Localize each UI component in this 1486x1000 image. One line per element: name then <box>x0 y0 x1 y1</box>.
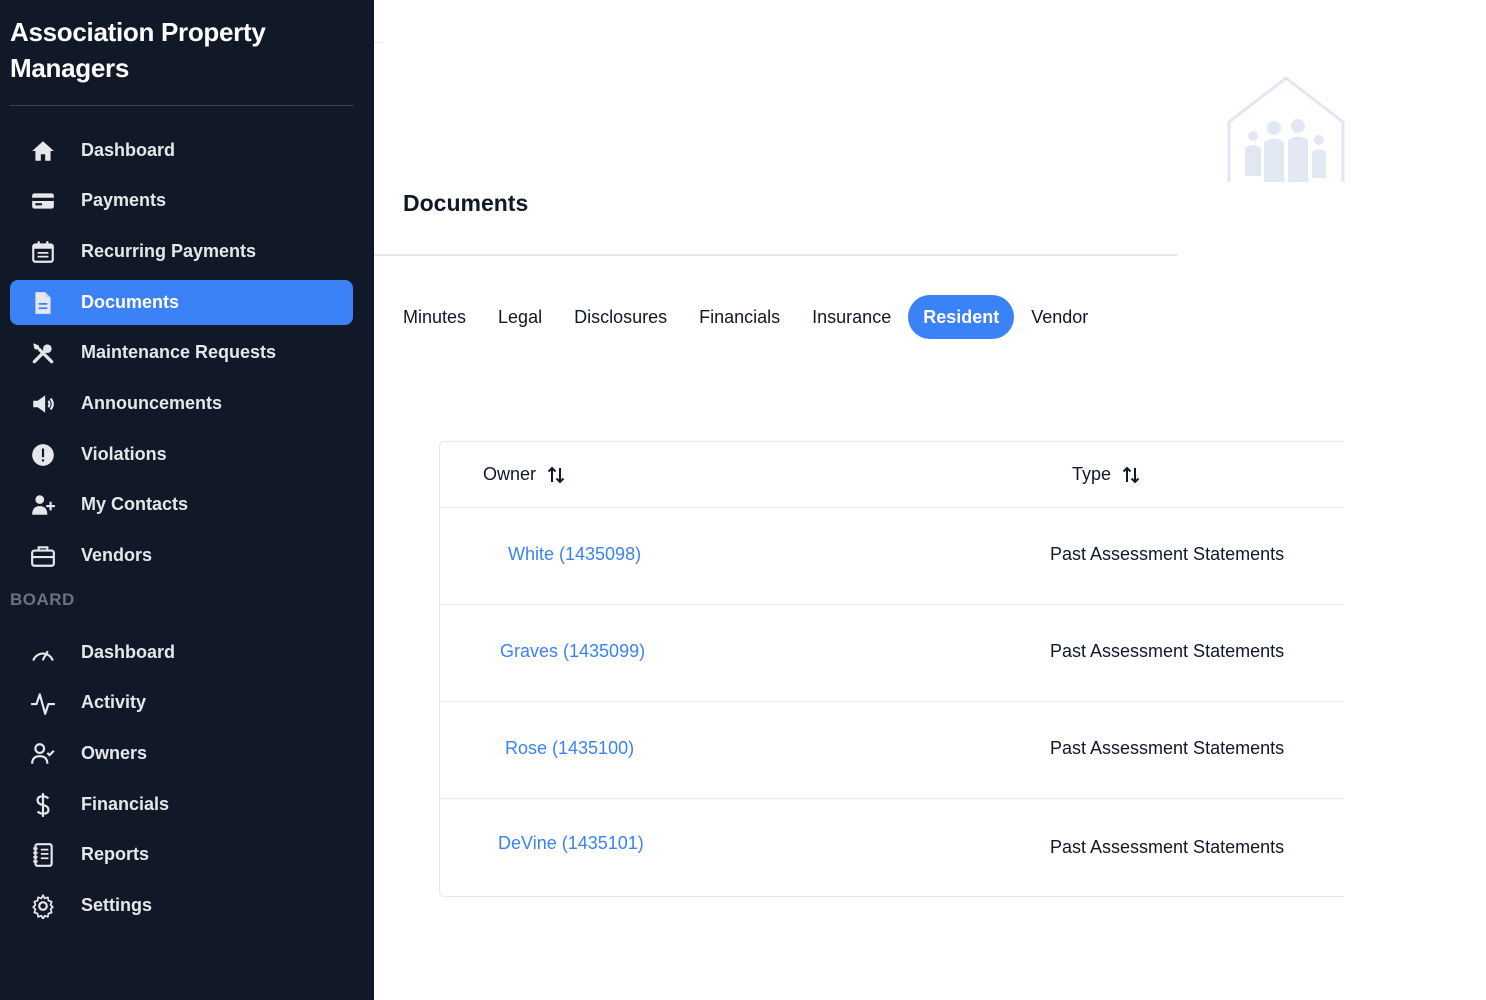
title-divider <box>374 254 1177 256</box>
sidebar: Association Property Managers Dashboard … <box>0 0 374 1000</box>
owner-link[interactable]: Graves (1435099) <box>500 641 645 662</box>
gauge-icon <box>29 639 57 667</box>
owner-column-header[interactable]: Owner <box>483 464 566 485</box>
home-icon <box>29 137 57 165</box>
type-cell: Past Assessment Statements <box>1050 641 1285 661</box>
tab-minutes[interactable]: Minutes <box>388 295 481 339</box>
type-cell: Past Assessment Statements <box>1050 837 1285 857</box>
sidebar-item-label: Payments <box>81 190 167 210</box>
page-title: Documents <box>403 190 529 216</box>
table-header: Owner Type <box>440 442 1344 508</box>
sidebar-item-maintenance-requests[interactable]: Maintenance Requests <box>10 330 353 375</box>
tab-insurance[interactable]: Insurance <box>797 295 906 339</box>
house-family-icon <box>1227 76 1345 182</box>
owner-link[interactable]: White (1435098) <box>508 544 641 565</box>
alert-icon <box>29 441 57 469</box>
sidebar-item-label: Reports <box>81 844 150 864</box>
document-icon <box>29 289 57 317</box>
sidebar-item-label: Dashboard <box>81 140 176 160</box>
sidebar-item-label: Dashboard <box>81 642 176 662</box>
notebook-icon <box>29 841 57 869</box>
sidebar-item-dashboard[interactable]: Dashboard <box>10 128 353 173</box>
sidebar-item-reports[interactable]: Reports <box>10 832 353 877</box>
sidebar-item-payments[interactable]: Payments <box>10 178 353 223</box>
sidebar-item-activity[interactable]: Activity <box>10 680 353 725</box>
tab-legal[interactable]: Legal <box>483 295 557 339</box>
sort-icon <box>547 466 565 483</box>
credit-card-icon <box>29 187 57 215</box>
brand-title: Association Property Managers <box>10 17 266 83</box>
sidebar-item-label: Recurring Payments <box>81 241 257 261</box>
owner-link[interactable]: Rose (1435100) <box>505 738 634 759</box>
sidebar-item-label: Vendors <box>81 545 153 565</box>
sidebar-item-my-contacts[interactable]: My Contacts <box>10 482 353 527</box>
sidebar-item-board-dashboard[interactable]: Dashboard <box>10 630 353 675</box>
sidebar-item-violations[interactable]: Violations <box>10 432 353 477</box>
activity-icon <box>29 689 57 717</box>
megaphone-icon <box>29 390 57 418</box>
sidebar-item-financials[interactable]: Financials <box>10 782 353 827</box>
top-divider <box>374 42 382 43</box>
sidebar-item-label: Maintenance Requests <box>81 342 277 362</box>
sidebar-item-label: My Contacts <box>81 494 189 514</box>
dollar-icon <box>29 791 57 819</box>
sort-icon <box>1122 466 1140 483</box>
documents-table: Owner Type White (1435098) Past Assessme… <box>439 441 1344 897</box>
sidebar-item-announcements[interactable]: Announcements <box>10 381 353 426</box>
document-tabs: Minutes Legal Disclosures Financials Ins… <box>388 295 1105 339</box>
calendar-icon <box>29 238 57 266</box>
table-row: DeVine (1435101) Past Assessment Stateme… <box>440 799 1344 896</box>
tools-icon <box>29 339 57 367</box>
table-row: White (1435098) Past Assessment Statemen… <box>440 508 1344 605</box>
sidebar-item-documents[interactable]: Documents <box>10 280 353 325</box>
briefcase-icon <box>29 542 57 570</box>
sidebar-item-recurring-payments[interactable]: Recurring Payments <box>10 229 353 274</box>
brand-divider <box>10 105 354 106</box>
sidebar-item-label: Owners <box>81 743 148 763</box>
type-column-label: Type <box>1072 464 1112 484</box>
type-cell: Past Assessment Statements <box>1050 544 1285 564</box>
user-check-icon <box>29 740 57 768</box>
type-cell: Past Assessment Statements <box>1050 738 1285 758</box>
table-row: Rose (1435100) Past Assessment Statement… <box>440 702 1344 799</box>
tab-resident[interactable]: Resident <box>908 295 1015 339</box>
sidebar-item-label: Activity <box>81 692 147 712</box>
tab-disclosures[interactable]: Disclosures <box>559 295 682 339</box>
sidebar-item-label: Violations <box>81 444 167 464</box>
board-section-label: BOARD <box>10 590 75 609</box>
gear-icon <box>29 892 57 920</box>
owner-link[interactable]: DeVine (1435101) <box>498 833 644 854</box>
owner-column-label: Owner <box>483 464 537 484</box>
sidebar-item-owners[interactable]: Owners <box>10 731 353 776</box>
table-row: Graves (1435099) Past Assessment Stateme… <box>440 605 1344 702</box>
sidebar-item-vendors[interactable]: Vendors <box>10 533 353 578</box>
tab-financials[interactable]: Financials <box>684 295 795 339</box>
sidebar-item-settings[interactable]: Settings <box>10 883 353 928</box>
user-plus-icon <box>29 491 57 519</box>
sidebar-item-label: Documents <box>81 292 180 312</box>
type-column-header[interactable]: Type <box>1072 464 1141 485</box>
sidebar-item-label: Financials <box>81 794 170 814</box>
sidebar-item-label: Announcements <box>81 393 223 413</box>
sidebar-item-label: Settings <box>81 895 153 915</box>
tab-vendor[interactable]: Vendor <box>1016 295 1103 339</box>
